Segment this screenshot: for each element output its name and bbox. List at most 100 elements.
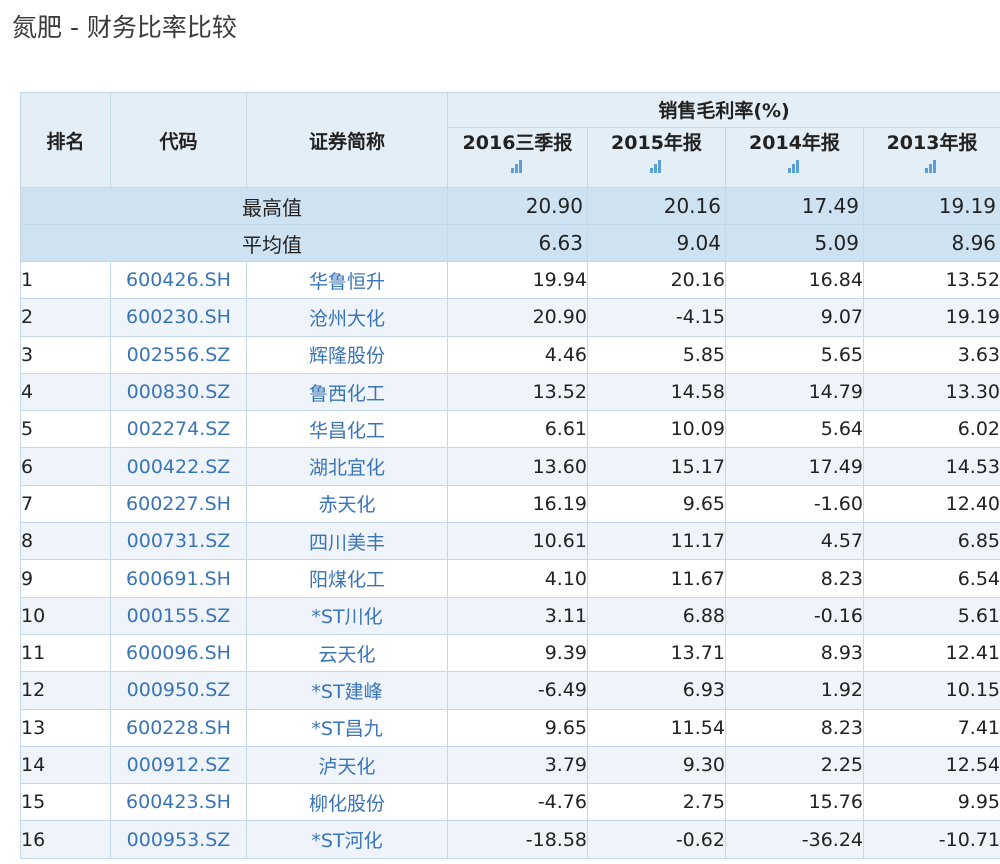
period-header[interactable]: 2016三季报	[447, 126, 588, 189]
value-cell: 7.41	[862, 708, 1000, 747]
rank-cell: 11	[20, 633, 111, 673]
stock-name-link[interactable]: 鲁西化工	[246, 372, 448, 412]
period-header[interactable]: 2013年报	[862, 126, 1000, 189]
value-cell: 8.93	[725, 633, 864, 673]
table-row: 13 600228.SH *ST昌九 9.65 11.54 8.23 7.41	[20, 708, 1000, 747]
value-cell: 9.95	[862, 783, 1000, 822]
period-header[interactable]: 2014年报	[725, 126, 864, 189]
period-label: 2014年报	[749, 131, 840, 154]
stock-code-link[interactable]: 600691.SH	[110, 559, 247, 598]
stock-name-link[interactable]: 沧州大化	[246, 298, 448, 337]
stock-code-link[interactable]: 002556.SZ	[110, 335, 247, 374]
code-header[interactable]: 代码	[110, 92, 247, 188]
value-cell: 5.85	[587, 335, 726, 374]
stock-name-link[interactable]: 华昌化工	[246, 410, 448, 449]
value-cell: 16.84	[725, 260, 864, 300]
value-cell: 4.10	[447, 559, 588, 598]
stock-name-link[interactable]: 华鲁恒升	[246, 260, 448, 300]
period-label: 2013年报	[886, 131, 978, 154]
rank-cell: 8	[20, 522, 111, 561]
bar-chart-icon[interactable]	[510, 159, 526, 173]
table-row: 1 600426.SH 华鲁恒升 19.94 20.16 16.84 13.52	[20, 260, 1000, 300]
value-cell: 11.17	[587, 522, 726, 561]
stock-code-link[interactable]: 000950.SZ	[110, 671, 247, 710]
rank-cell: 3	[20, 335, 111, 374]
stock-code-link[interactable]: 600227.SH	[110, 484, 247, 524]
stock-code-link[interactable]: 600423.SH	[110, 783, 247, 822]
rank-cell: 4	[20, 372, 111, 412]
period-label: 2016三季报	[462, 131, 573, 154]
value-cell: 11.54	[587, 708, 726, 747]
name-header[interactable]: 证券简称	[246, 92, 448, 188]
bar-chart-icon[interactable]	[787, 159, 803, 173]
summary-value: 17.49	[725, 187, 864, 225]
stock-code-link[interactable]: 600096.SH	[110, 633, 247, 673]
stock-code-link[interactable]: 600426.SH	[110, 260, 247, 300]
stock-code-link[interactable]: 000731.SZ	[110, 522, 247, 561]
stock-code-link[interactable]: 000830.SZ	[110, 372, 247, 412]
stock-code-link[interactable]: 000912.SZ	[110, 745, 247, 785]
value-cell: 14.53	[862, 447, 1000, 486]
rank-cell: 10	[20, 596, 111, 635]
value-cell: 6.85	[862, 522, 1000, 561]
value-cell: 17.49	[725, 447, 864, 486]
stock-name-link[interactable]: 辉隆股份	[246, 335, 448, 374]
stock-code-link[interactable]: 000953.SZ	[110, 820, 247, 859]
value-cell: 10.09	[587, 410, 726, 449]
bar-chart-icon[interactable]	[649, 159, 665, 173]
table-row: 10 000155.SZ *ST川化 3.11 6.88 -0.16 5.61	[20, 596, 1000, 635]
rank-cell: 12	[20, 671, 111, 710]
value-cell: 6.54	[862, 559, 1000, 598]
stock-name-link[interactable]: 四川美丰	[246, 522, 448, 561]
summary-label-cell: 最高值	[20, 187, 448, 225]
value-cell: 19.19	[862, 298, 1000, 337]
stock-code-link[interactable]: 000422.SZ	[110, 447, 247, 486]
rank-cell: 15	[20, 783, 111, 822]
stock-name-link[interactable]: 泸天化	[246, 745, 448, 785]
value-cell: 9.07	[725, 298, 864, 337]
stock-name-link[interactable]: 柳化股份	[246, 783, 448, 822]
value-cell: 13.71	[587, 633, 726, 673]
stock-name-link[interactable]: *ST昌九	[246, 708, 448, 747]
value-cell: 5.64	[725, 410, 864, 449]
stock-name-link[interactable]: 赤天化	[246, 484, 448, 524]
value-cell: 12.41	[862, 633, 1000, 673]
page-title: 氮肥 - 财务比率比较	[12, 13, 237, 42]
summary-value: 19.19	[862, 187, 1000, 225]
table-row: 16 000953.SZ *ST河化 -18.58 -0.62 -36.24 -10.71	[20, 820, 1000, 859]
value-cell: 5.61	[862, 596, 1000, 635]
table-row: 4 000830.SZ 鲁西化工 13.52 14.58 14.79 13.30	[20, 372, 1000, 412]
value-cell: 10.15	[862, 671, 1000, 710]
value-cell: 6.02	[862, 410, 1000, 449]
rank-cell: 9	[20, 559, 111, 598]
stock-name-link[interactable]: *ST川化	[246, 596, 448, 635]
table-row: 3 002556.SZ 辉隆股份 4.46 5.85 5.65 3.63	[20, 335, 1000, 374]
value-cell: -0.62	[587, 820, 726, 859]
stock-code-link[interactable]: 002274.SZ	[110, 410, 247, 449]
table-row: 11 600096.SH 云天化 9.39 13.71 8.93 12.41	[20, 633, 1000, 673]
value-cell: 9.30	[587, 745, 726, 785]
stock-code-link[interactable]: 000155.SZ	[110, 596, 247, 635]
value-cell: 3.79	[447, 745, 588, 785]
value-cell: 14.79	[725, 372, 864, 412]
summary-row: 平均值 6.63 9.04 5.09 8.96	[20, 224, 1000, 262]
period-header[interactable]: 2015年报	[587, 126, 726, 189]
stock-name-link[interactable]: 湖北宜化	[246, 447, 448, 486]
table-row: 5 002274.SZ 华昌化工 6.61 10.09 5.64 6.02	[20, 410, 1000, 449]
value-cell: 13.52	[447, 372, 588, 412]
stock-name-link[interactable]: *ST建峰	[246, 671, 448, 710]
summary-label-cell: 平均值	[20, 224, 448, 262]
value-cell: 16.19	[447, 484, 588, 524]
rank-cell: 7	[20, 484, 111, 524]
rank-header[interactable]: 排名	[20, 92, 111, 188]
value-cell: 14.58	[587, 372, 726, 412]
stock-name-link[interactable]: 云天化	[246, 633, 448, 673]
value-cell: -36.24	[725, 820, 864, 859]
bar-chart-icon[interactable]	[924, 159, 940, 173]
stock-code-link[interactable]: 600228.SH	[110, 708, 247, 747]
stock-code-link[interactable]: 600230.SH	[110, 298, 247, 337]
value-cell: 4.57	[725, 522, 864, 561]
summary-label: 最高值	[242, 195, 302, 220]
stock-name-link[interactable]: *ST河化	[246, 820, 448, 859]
stock-name-link[interactable]: 阳煤化工	[246, 559, 448, 598]
